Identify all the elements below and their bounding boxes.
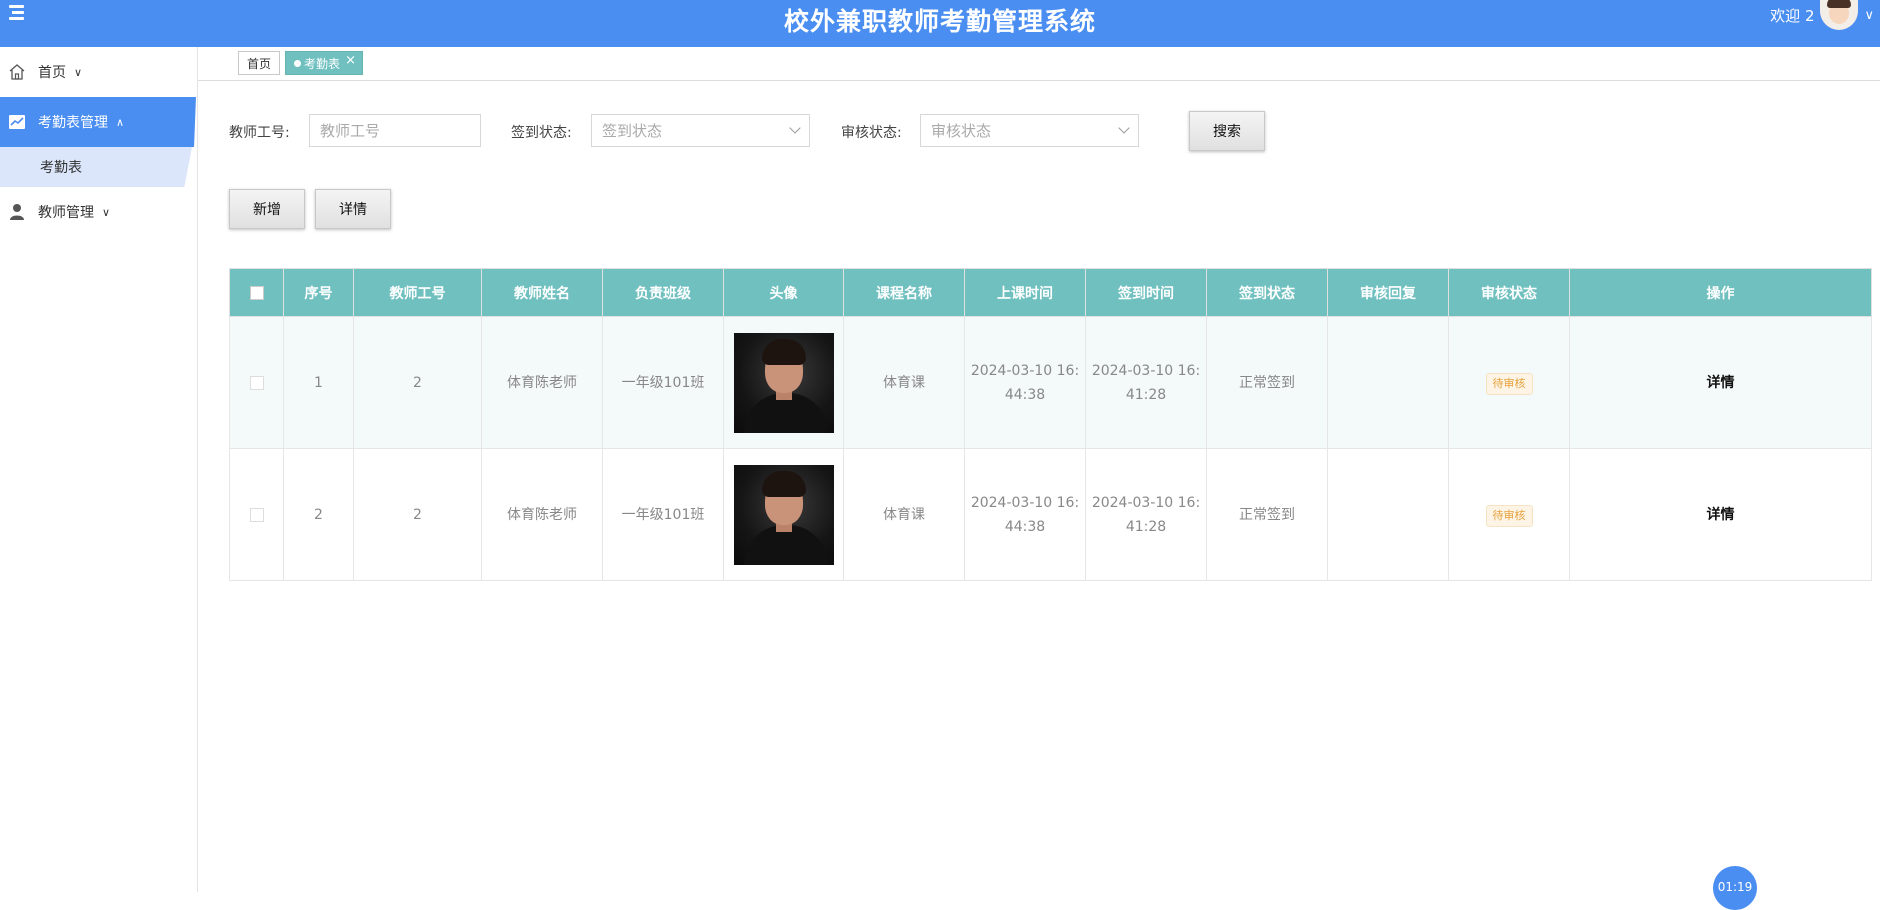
row-checkbox[interactable] [249,507,264,522]
user-icon [8,203,26,221]
column-header: 审核状态 [1448,268,1570,317]
cell-audit-status: 待审核 [1448,316,1570,449]
table-row: 1 2 体育陈老师 一年级101班 体育课 2024-03-10 16: 44:3… [229,316,1872,449]
teacher-photo[interactable] [733,464,834,565]
sidebar-item-home[interactable]: 首页 ∨ [0,47,196,97]
cell-audit-reply [1327,448,1449,581]
column-header: 头像 [723,268,844,317]
cell-teacher-no: 2 [353,316,482,449]
select-all-cell [229,268,284,317]
status-badge: 待审核 [1485,504,1533,527]
user-menu[interactable]: 欢迎 2 ∨ [1770,0,1880,30]
table-header-row: 序号 教师工号 教师姓名 负责班级 头像 课程名称 上课时间 签到时间 签到状态… [229,268,1872,317]
cell-no: 2 [283,448,354,581]
cell-class: 一年级101班 [602,316,724,449]
cell-audit-reply [1327,316,1449,449]
chevron-down-icon [1118,122,1130,134]
cell-sign-status: 正常签到 [1206,316,1328,449]
cell-operation: 详情 [1569,448,1872,581]
teacher-photo[interactable] [733,332,834,433]
column-header: 签到状态 [1206,268,1328,317]
chart-icon [8,113,26,131]
column-header: 审核回复 [1327,268,1449,317]
cell-teacher-no: 2 [353,448,482,581]
tab-home[interactable]: 首页 [238,51,281,75]
cell-class-time: 2024-03-10 16: 44:38 [964,448,1086,581]
audit-status-select[interactable]: 审核状态 [920,114,1139,147]
teacher-no-input[interactable]: 教师工号 [309,114,481,147]
attendance-table: 序号 教师工号 教师姓名 负责班级 头像 课程名称 上课时间 签到时间 签到状态… [229,268,1872,581]
status-badge: 待审核 [1485,372,1533,395]
cell-operation: 详情 [1569,316,1872,449]
row-select-cell [229,448,284,581]
table-row: 2 2 体育陈老师 一年级101班 体育课 2024-03-10 16: 44:3… [229,448,1872,581]
cell-teacher-name: 体育陈老师 [481,448,603,581]
column-header: 教师姓名 [481,268,603,317]
chevron-down-icon: ∨ [102,205,111,219]
home-icon [8,63,26,81]
cell-teacher-name: 体育陈老师 [481,316,603,449]
audit-status-label: 审核状态: [841,125,902,141]
row-detail-link[interactable]: 详情 [1707,375,1735,391]
add-button[interactable]: 新增 [229,189,305,229]
column-header: 序号 [283,268,354,317]
sidebar: 首页 ∨ 考勤表管理 ∧ 考勤表 教师管理 ∨ [0,47,198,892]
column-header: 操作 [1569,268,1872,317]
row-checkbox[interactable] [249,375,264,390]
tabs-bar: 首页 考勤表 × [198,47,1880,81]
search-button[interactable]: 搜索 [1189,111,1265,151]
sidebar-item-teacher-management[interactable]: 教师管理 ∨ [0,187,196,237]
sign-status-placeholder: 签到状态 [602,122,663,140]
detail-button[interactable]: 详情 [315,189,391,229]
app-title: 校外兼职教师考勤管理系统 [783,7,1096,36]
select-all-checkbox[interactable] [249,285,264,300]
teacher-no-label: 教师工号: [229,125,290,141]
active-dot-icon [294,59,301,67]
user-avatar[interactable] [1820,0,1859,30]
sidebar-subitem-attendance[interactable]: 考勤表 [0,147,192,187]
sidebar-item-label: 教师管理 [38,205,94,221]
cell-class: 一年级101班 [602,448,724,581]
column-header: 课程名称 [843,268,965,317]
close-icon[interactable]: × [345,53,356,68]
cell-course: 体育课 [843,448,965,581]
cell-course: 体育课 [843,316,965,449]
row-select-cell [229,316,284,449]
chevron-down-icon [789,122,801,134]
column-header: 签到时间 [1085,268,1207,317]
sidebar-item-attendance-management[interactable]: 考勤表管理 ∧ [0,97,196,147]
sign-status-select[interactable]: 签到状态 [591,114,810,147]
cell-audit-status: 待审核 [1448,448,1570,581]
cell-sign-status: 正常签到 [1206,448,1328,581]
tab-attendance[interactable]: 考勤表 × [285,51,364,75]
column-header: 教师工号 [353,268,482,317]
timer-badge[interactable]: 01:19 [1713,866,1757,910]
cell-avatar [723,316,844,449]
sidebar-item-label: 首页 [38,65,66,81]
top-header: 校外兼职教师考勤管理系统 欢迎 2 ∨ [0,0,1880,47]
sidebar-item-label: 考勤表管理 [38,115,108,131]
welcome-text: 欢迎 2 [1770,6,1815,25]
row-detail-link[interactable]: 详情 [1707,507,1735,523]
tab-label: 考勤表 [304,56,341,71]
column-header: 负责班级 [602,268,724,317]
sign-status-label: 签到状态: [511,125,572,141]
column-header: 上课时间 [964,268,1086,317]
cell-class-time: 2024-03-10 16: 44:38 [964,316,1086,449]
cell-avatar [723,448,844,581]
chevron-down-icon: ∨ [74,65,83,79]
cell-no: 1 [283,316,354,449]
chevron-up-icon: ∧ [116,115,125,129]
cell-sign-time: 2024-03-10 16: 41:28 [1085,448,1207,581]
audit-status-placeholder: 审核状态 [931,122,992,140]
cell-sign-time: 2024-03-10 16: 41:28 [1085,316,1207,449]
chevron-down-icon[interactable]: ∨ [1864,8,1874,23]
